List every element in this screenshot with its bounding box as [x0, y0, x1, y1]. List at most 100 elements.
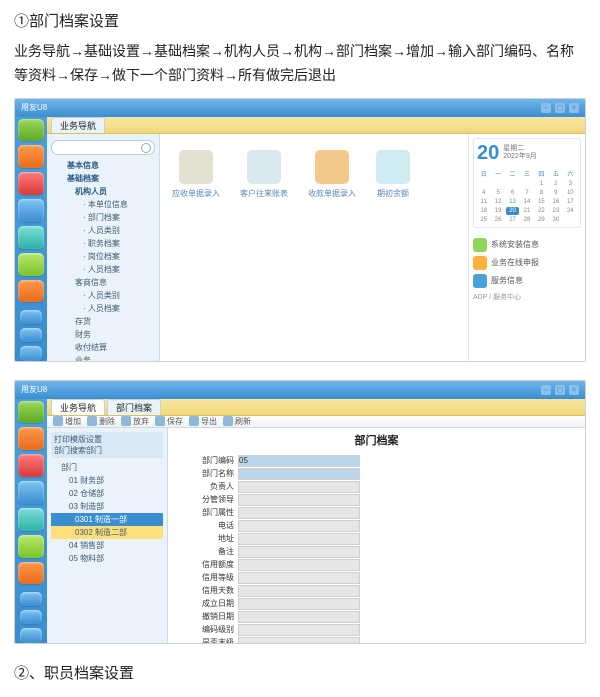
field-input[interactable] — [238, 637, 360, 644]
field-label: 信用等级 — [188, 572, 238, 583]
tab-row: 业务导航 — [47, 117, 585, 134]
field-input[interactable] — [238, 507, 360, 519]
icon-bar-item[interactable] — [18, 199, 44, 222]
icon-bar-item[interactable] — [18, 454, 44, 477]
tree-node[interactable]: 基础档案 — [49, 172, 157, 185]
tree-node[interactable]: 客商信息 — [49, 276, 157, 289]
calendar-widget[interactable]: 20 星期二2022年9月 日一二三四五六1234567891011121314… — [473, 138, 581, 228]
tree-node[interactable]: 财务 — [49, 328, 157, 341]
close-icon[interactable]: × — [569, 103, 579, 113]
tree-node[interactable]: · 部门档案 — [49, 211, 157, 224]
icon-bar-item[interactable] — [18, 535, 44, 558]
toolbar-button[interactable]: 放弃 — [121, 416, 149, 427]
form-row: 负责人 — [188, 481, 565, 493]
icon-bar-item[interactable] — [18, 481, 44, 504]
icon-bar-item[interactable] — [20, 628, 42, 642]
toolbar-button[interactable]: 保存 — [155, 416, 183, 427]
tree-node[interactable]: · 人员类别 — [49, 224, 157, 237]
field-input[interactable]: 05 — [238, 455, 360, 467]
desktop-shortcut[interactable]: 客户往来账表 — [240, 150, 288, 199]
dept-tree-node[interactable]: 01 财务部 — [51, 474, 163, 487]
tab-nav[interactable]: 业务导航 — [51, 399, 105, 415]
maximize-icon[interactable]: ◻ — [555, 385, 565, 395]
desktop-shortcut[interactable]: 期初余额 — [376, 150, 410, 199]
field-input[interactable] — [238, 572, 360, 584]
dept-tree-node[interactable]: 部门 — [51, 461, 163, 474]
tree-node[interactable]: · 岗位档案 — [49, 250, 157, 263]
notice-item[interactable]: 服务信息 — [473, 274, 581, 288]
notice-icon — [473, 274, 487, 288]
dept-tree-node[interactable]: 03 制造部 — [51, 500, 163, 513]
desktop-shortcut[interactable]: 收款单据录入 — [308, 150, 356, 199]
notice-text: 服务信息 — [491, 275, 523, 286]
notice-item[interactable]: 业务在线申报 — [473, 256, 581, 270]
icon-bar-item[interactable] — [18, 508, 44, 531]
notice-text: 业务在线申报 — [491, 257, 539, 268]
icon-bar-item[interactable] — [18, 562, 44, 585]
tree-node[interactable]: · 人员类别 — [49, 289, 157, 302]
tree-node[interactable]: · 人员档案 — [49, 263, 157, 276]
icon-bar-item[interactable] — [20, 610, 42, 624]
field-input[interactable] — [238, 611, 360, 623]
field-input[interactable] — [238, 468, 360, 480]
dept-tree-node[interactable]: 04 销售部 — [51, 539, 163, 552]
notice-item[interactable]: 系统安装信息 — [473, 238, 581, 252]
search-input[interactable] — [51, 140, 155, 155]
tab-nav[interactable]: 业务导航 — [51, 117, 105, 133]
icon-bar-item[interactable] — [18, 145, 44, 168]
icon-bar-item[interactable] — [18, 280, 44, 303]
icon-bar-item[interactable] — [18, 401, 44, 424]
shortcut-label: 客户往来账表 — [240, 188, 288, 199]
right-panel: 20 星期二2022年9月 日一二三四五六1234567891011121314… — [468, 134, 585, 362]
icon-bar-item[interactable] — [20, 328, 42, 342]
tree-node[interactable]: 基本信息 — [49, 159, 157, 172]
field-label: 电话 — [188, 520, 238, 531]
tree-node[interactable]: 机构人员 — [49, 185, 157, 198]
tree-node[interactable]: 业务 — [49, 354, 157, 362]
tree-node[interactable]: · 职务档案 — [49, 237, 157, 250]
tree-node[interactable]: · 人员档案 — [49, 302, 157, 315]
tree-node[interactable]: 存货 — [49, 315, 157, 328]
field-input[interactable] — [238, 585, 360, 597]
icon-bar-item[interactable] — [18, 172, 44, 195]
dept-tree-node[interactable]: 0302 制造二部 — [51, 526, 163, 539]
icon-bar-item[interactable] — [20, 346, 42, 360]
minimize-icon[interactable]: – — [541, 385, 551, 395]
field-input[interactable] — [238, 481, 360, 493]
field-label: 撤销日期 — [188, 611, 238, 622]
field-label: 负责人 — [188, 481, 238, 492]
field-input[interactable] — [238, 559, 360, 571]
tree-node[interactable]: · 本单位信息 — [49, 198, 157, 211]
field-input[interactable] — [238, 520, 360, 532]
desktop-area: 应收单据录入客户往来账表 收款单据录入期初余额 — [160, 134, 468, 362]
tab-dept[interactable]: 部门档案 — [107, 399, 161, 415]
icon-bar-item[interactable] — [20, 592, 42, 606]
form-row: 电话 — [188, 520, 565, 532]
toolbar-button[interactable]: 刷新 — [223, 416, 251, 427]
close-icon[interactable]: × — [569, 385, 579, 395]
dept-tree-node[interactable]: 02 仓储部 — [51, 487, 163, 500]
desktop-shortcut[interactable]: 应收单据录入 — [172, 150, 220, 199]
tree-node[interactable]: 收付结算 — [49, 341, 157, 354]
icon-bar-item[interactable] — [20, 310, 42, 324]
note-meta: ADP / 服务中心 — [473, 292, 581, 302]
dept-tree-node[interactable]: 05 物料部 — [51, 552, 163, 565]
toolbar-button[interactable]: 导出 — [189, 416, 217, 427]
field-label: 成立日期 — [188, 598, 238, 609]
icon-bar-item[interactable] — [18, 427, 44, 450]
screenshot-2: 用友U8 – ◻ × 业务 — [14, 380, 586, 644]
maximize-icon[interactable]: ◻ — [555, 103, 565, 113]
toolbar-button[interactable]: 删除 — [87, 416, 115, 427]
toolbar-button[interactable]: 增加 — [53, 416, 81, 427]
field-input[interactable] — [238, 494, 360, 506]
field-input[interactable] — [238, 546, 360, 558]
field-input[interactable] — [238, 598, 360, 610]
dept-tree-node[interactable]: 0301 制造一部 — [51, 513, 163, 526]
icon-bar-item[interactable] — [18, 226, 44, 249]
nav-tree-panel: 基本信息基础档案机构人员· 本单位信息· 部门档案· 人员类别· 职务档案· 岗… — [47, 134, 160, 362]
field-input[interactable] — [238, 533, 360, 545]
minimize-icon[interactable]: – — [541, 103, 551, 113]
icon-bar-item[interactable] — [18, 253, 44, 276]
icon-bar-item[interactable] — [18, 119, 44, 142]
field-input[interactable] — [238, 624, 360, 636]
